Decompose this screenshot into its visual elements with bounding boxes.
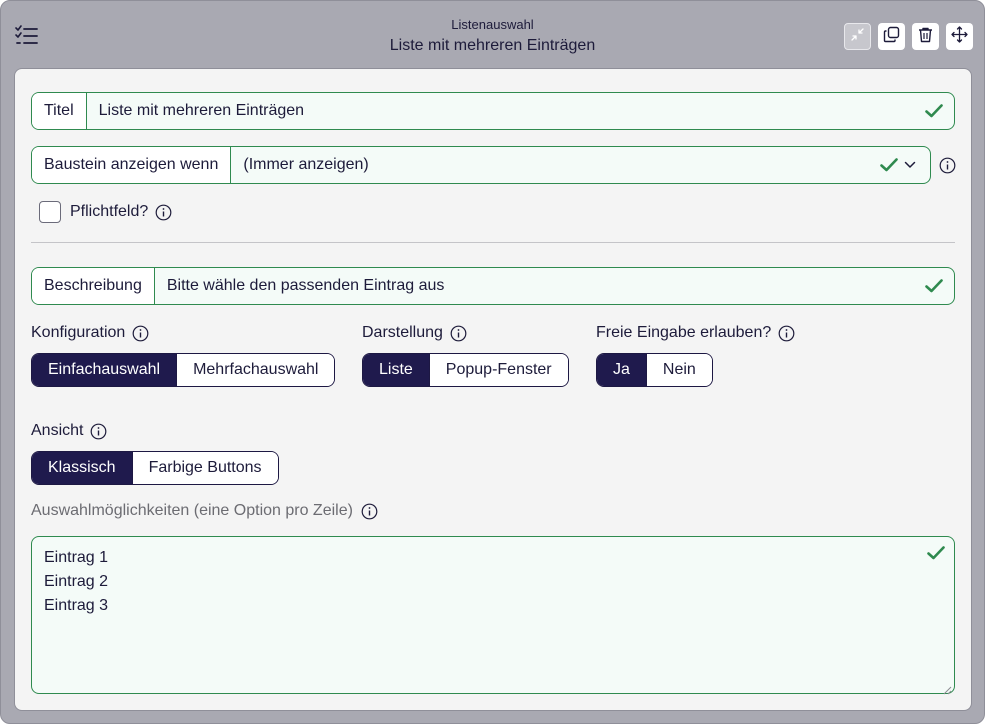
option-line: Eintrag 3: [44, 597, 109, 614]
block-title: Liste mit mehreren Einträgen: [389, 37, 596, 54]
collapse-icon: [849, 26, 866, 48]
option-ja[interactable]: Ja: [597, 354, 646, 386]
option-line: Eintrag 2: [44, 573, 109, 590]
info-icon[interactable]: [778, 325, 795, 342]
konfiguration-label: Konfiguration: [31, 324, 126, 341]
ansicht-toggle[interactable]: Klassisch Farbige Buttons: [31, 451, 279, 485]
options-lines: Eintrag 1 Eintrag 2 Eintrag 3: [44, 546, 108, 618]
duplicate-icon: [883, 26, 900, 48]
show-when-select[interactable]: Baustein anzeigen wenn (Immer anzeigen): [31, 146, 931, 184]
info-icon[interactable]: [155, 204, 172, 221]
move-button[interactable]: [946, 23, 973, 50]
collapse-button[interactable]: [844, 23, 871, 50]
check-icon: [874, 147, 904, 183]
option-line: Eintrag 1: [44, 549, 109, 566]
freie-eingabe-heading: Freie Eingabe erlauben?: [596, 324, 795, 342]
info-icon[interactable]: [939, 157, 956, 174]
darstellung-heading: Darstellung: [362, 324, 467, 342]
block-frame: Listenauswahl Liste mit mehreren Einträg…: [0, 0, 985, 724]
required-label: Pflichtfeld?: [70, 203, 149, 220]
description-field[interactable]: Beschreibung Bitte wähle den passenden E…: [31, 267, 955, 305]
title-field[interactable]: Titel Liste mit mehreren Einträgen: [31, 92, 955, 130]
darstellung-toggle[interactable]: Liste Popup-Fenster: [362, 353, 569, 387]
info-icon[interactable]: [361, 503, 378, 520]
konfiguration-heading: Konfiguration: [31, 324, 149, 342]
description-input[interactable]: Bitte wähle den passenden Eintrag aus: [155, 268, 914, 304]
options-heading: Auswahlmöglichkeiten (eine Option pro Ze…: [31, 502, 378, 520]
freie-eingabe-label: Freie Eingabe erlauben?: [596, 324, 772, 341]
option-klassisch[interactable]: Klassisch: [32, 452, 132, 484]
freie-eingabe-toggle[interactable]: Ja Nein: [596, 353, 713, 387]
option-einfachauswahl[interactable]: Einfachauswahl: [32, 354, 177, 386]
info-icon[interactable]: [132, 325, 149, 342]
option-mehrfachauswahl[interactable]: Mehrfachauswahl: [176, 354, 335, 386]
option-liste[interactable]: Liste: [363, 354, 429, 386]
title-field-label: Titel: [32, 93, 87, 129]
section-divider: [31, 242, 955, 243]
delete-button[interactable]: [912, 23, 939, 50]
check-icon: [914, 93, 954, 129]
check-icon: [927, 546, 945, 565]
check-icon: [914, 268, 954, 304]
trash-icon: [917, 26, 934, 48]
darstellung-label: Darstellung: [362, 324, 443, 341]
options-textarea[interactable]: Eintrag 1 Eintrag 2 Eintrag 3: [31, 536, 955, 695]
ansicht-label: Ansicht: [31, 422, 84, 439]
info-icon[interactable]: [450, 325, 467, 342]
konfiguration-toggle[interactable]: Einfachauswahl Mehrfachauswahl: [31, 353, 336, 387]
option-farbige-buttons[interactable]: Farbige Buttons: [131, 452, 278, 484]
block-type-label: Listenauswahl: [451, 17, 534, 32]
ansicht-heading: Ansicht: [31, 422, 107, 440]
options-label: Auswahlmöglichkeiten (eine Option pro Ze…: [31, 502, 353, 519]
move-icon: [951, 25, 968, 48]
required-checkbox[interactable]: [39, 201, 61, 223]
required-row: Pflichtfeld?: [70, 203, 172, 221]
show-when-label: Baustein anzeigen wenn: [32, 147, 232, 183]
title-input[interactable]: Liste mit mehreren Einträgen: [87, 93, 914, 129]
duplicate-button[interactable]: [878, 23, 905, 50]
description-field-label: Beschreibung: [32, 268, 155, 304]
option-nein[interactable]: Nein: [645, 354, 712, 386]
info-icon[interactable]: [90, 423, 107, 440]
chevron-down-icon[interactable]: [904, 147, 930, 183]
show-when-value[interactable]: (Immer anzeigen): [231, 147, 874, 183]
option-popup-fenster[interactable]: Popup-Fenster: [428, 354, 568, 386]
resize-handle-icon[interactable]: [943, 682, 952, 695]
